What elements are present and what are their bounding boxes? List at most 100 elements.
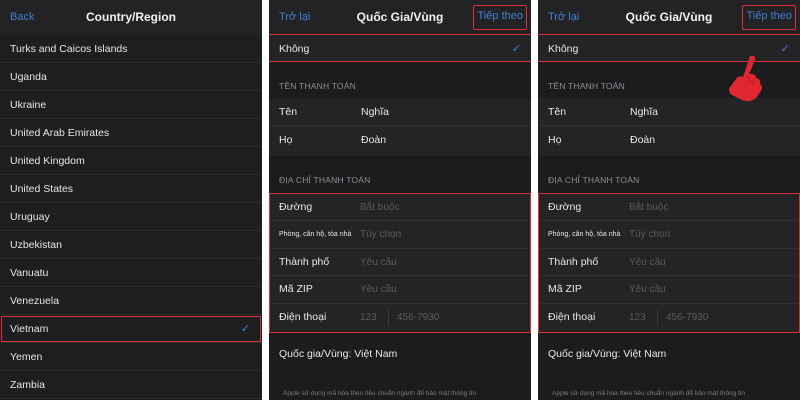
phone-area-placeholder: 123 (360, 311, 377, 323)
phone-number-placeholder: 456-7930 (397, 311, 440, 323)
first-name-label: Tên (279, 106, 298, 118)
country-name: United Kingdom (10, 155, 85, 167)
first-name-field[interactable]: Tên Nghĩa (538, 98, 800, 126)
phone-field[interactable]: Điện thoại 123 456-7930 (539, 304, 799, 331)
list-item[interactable]: United Kingdom (0, 147, 262, 175)
navbar: Trở lại Quốc Gia/Vùng Tiếp theo (538, 0, 800, 36)
zip-field[interactable]: Mã ZIP Yêu cầu (539, 276, 799, 304)
street-field[interactable]: Đường Bắt buộc (539, 194, 799, 222)
billing-name-group: Tên Nghĩa Họ Đoàn (269, 98, 531, 156)
list-item[interactable]: United Arab Emirates (0, 119, 262, 147)
apartment-label: Phòng, căn hộ, tòa nhà (279, 231, 352, 239)
zip-field[interactable]: Mã ZIP Yêu cầu (270, 276, 530, 304)
list-item-selected[interactable]: Vietnam ✓ (0, 315, 262, 343)
city-field[interactable]: Thành phố Yêu cầu (539, 249, 799, 277)
country-name: Venezuela (10, 295, 60, 307)
list-item[interactable]: Uruguay (0, 203, 262, 231)
city-label: Thành phố (548, 255, 599, 268)
apartment-field[interactable]: Phòng, căn hộ, tòa nhà Tùy chọn (270, 221, 530, 249)
country-name: United States (10, 183, 74, 195)
city-field[interactable]: Thành phố Yêu cầu (270, 249, 530, 277)
apartment-label: Phòng, căn hộ, tòa nhà (548, 231, 621, 239)
country-region-screen: Back Country/Region Turks and Caicos Isl… (0, 0, 262, 400)
billing-address-group: Đường Bắt buộc Phòng, căn hộ, tòa nhà Tù… (538, 193, 800, 333)
first-name-label: Tên (548, 106, 567, 118)
country-name: Uruguay (10, 211, 50, 223)
street-field[interactable]: Đường Bắt buộc (270, 194, 530, 222)
country-name: Yemen (10, 351, 43, 363)
zip-label: Mã ZIP (279, 283, 313, 296)
city-placeholder: Yêu cầu (360, 256, 397, 268)
street-label: Đường (279, 201, 313, 213)
phone-divider (388, 309, 389, 326)
zip-placeholder: Yêu cầu (360, 284, 397, 296)
list-item[interactable]: Uzbekistan (0, 231, 262, 259)
navbar: Back Country/Region (0, 0, 262, 36)
phone-number-placeholder: 456-7930 (666, 311, 709, 323)
checkmark-icon: ✓ (240, 323, 250, 335)
last-name-value: Đoàn (361, 134, 387, 146)
last-name-field[interactable]: Họ Đoàn (538, 126, 800, 154)
phone-label: Điện thoại (548, 310, 596, 323)
street-label: Đường (548, 201, 582, 213)
billing-address-group: Đường Bắt buộc Phòng, căn hộ, tòa nhà Tù… (269, 193, 531, 333)
last-name-field[interactable]: Họ Đoàn (269, 126, 531, 154)
city-label: Thành phố (279, 255, 330, 268)
first-name-value: Nghĩa (361, 106, 390, 118)
country-name: Uzbekistan (10, 239, 62, 251)
country-region-line[interactable]: Quốc gia/Vùng: Việt Nam (548, 348, 666, 360)
billing-name-header: TÊN THANH TOÁN (548, 81, 625, 91)
apartment-placeholder: Tùy chọn (629, 229, 671, 241)
checkmark-icon: ✓ (780, 43, 790, 55)
last-name-label: Họ (279, 134, 293, 146)
navbar: Trở lại Quốc Gia/Vùng Tiếp theo (269, 0, 531, 36)
phone-field[interactable]: Điện thoại 123 456-7930 (270, 304, 530, 331)
phone-label: Điện thoại (279, 310, 327, 323)
street-placeholder: Bắt buộc (629, 202, 669, 213)
phone-divider (657, 309, 658, 326)
phone-area-placeholder: 123 (629, 311, 646, 323)
footer-note: Apple sử dụng mã hóa theo tiêu chuẩn ngà… (552, 390, 745, 397)
country-name: Ukraine (10, 99, 47, 111)
billing-address-header: ĐỊA CHỈ THANH TOÁN (548, 175, 640, 185)
payment-none-label: Không (548, 43, 579, 55)
list-item[interactable]: Yemen (0, 343, 262, 371)
list-item[interactable]: Vanuatu (0, 259, 262, 287)
first-name-field[interactable]: Tên Nghĩa (269, 98, 531, 126)
list-item[interactable]: Venezuela (0, 287, 262, 315)
billing-name-header: TÊN THANH TOÁN (279, 81, 356, 91)
country-list: Turks and Caicos Islands Uganda Ukraine … (0, 35, 262, 399)
next-button[interactable]: Tiếp theo (478, 10, 523, 22)
billing-form-screen: Trở lại Quốc Gia/Vùng Tiếp theo Không ✓ … (269, 0, 531, 400)
country-name: Turks and Caicos Islands (10, 43, 128, 55)
list-item[interactable]: Zambia (0, 371, 262, 399)
list-item[interactable]: United States (0, 175, 262, 203)
payment-none-option[interactable]: Không ✓ (269, 34, 531, 62)
list-item[interactable]: Ukraine (0, 91, 262, 119)
country-name: Zambia (10, 379, 46, 391)
country-name: Vanuatu (10, 267, 49, 279)
page-title: Country/Region (86, 10, 176, 24)
pointing-hand-icon (728, 55, 763, 102)
apartment-field[interactable]: Phòng, căn hộ, tòa nhà Tùy chọn (539, 221, 799, 249)
next-button[interactable]: Tiếp theo (747, 10, 792, 22)
payment-none-label: Không (279, 43, 310, 55)
apartment-placeholder: Tùy chọn (360, 229, 402, 241)
zip-placeholder: Yêu cầu (629, 284, 666, 296)
street-placeholder: Bắt buộc (360, 202, 400, 213)
country-name: Uganda (10, 71, 47, 83)
checkmark-icon: ✓ (511, 43, 521, 55)
footer-note: Apple sử dụng mã hóa theo tiêu chuẩn ngà… (283, 390, 476, 397)
zip-label: Mã ZIP (548, 283, 582, 296)
country-name: Vietnam (10, 323, 49, 335)
city-placeholder: Yêu cầu (629, 256, 666, 268)
country-name: United Arab Emirates (10, 127, 110, 139)
last-name-value: Đoàn (630, 134, 656, 146)
first-name-value: Nghĩa (630, 106, 659, 118)
list-item[interactable]: Uganda (0, 63, 262, 91)
billing-name-group: Tên Nghĩa Họ Đoàn (538, 98, 800, 156)
list-item[interactable]: Turks and Caicos Islands (0, 35, 262, 63)
country-region-line[interactable]: Quốc gia/Vùng: Việt Nam (279, 348, 397, 360)
last-name-label: Họ (548, 134, 562, 146)
billing-address-header: ĐỊA CHỈ THANH TOÁN (279, 175, 371, 185)
